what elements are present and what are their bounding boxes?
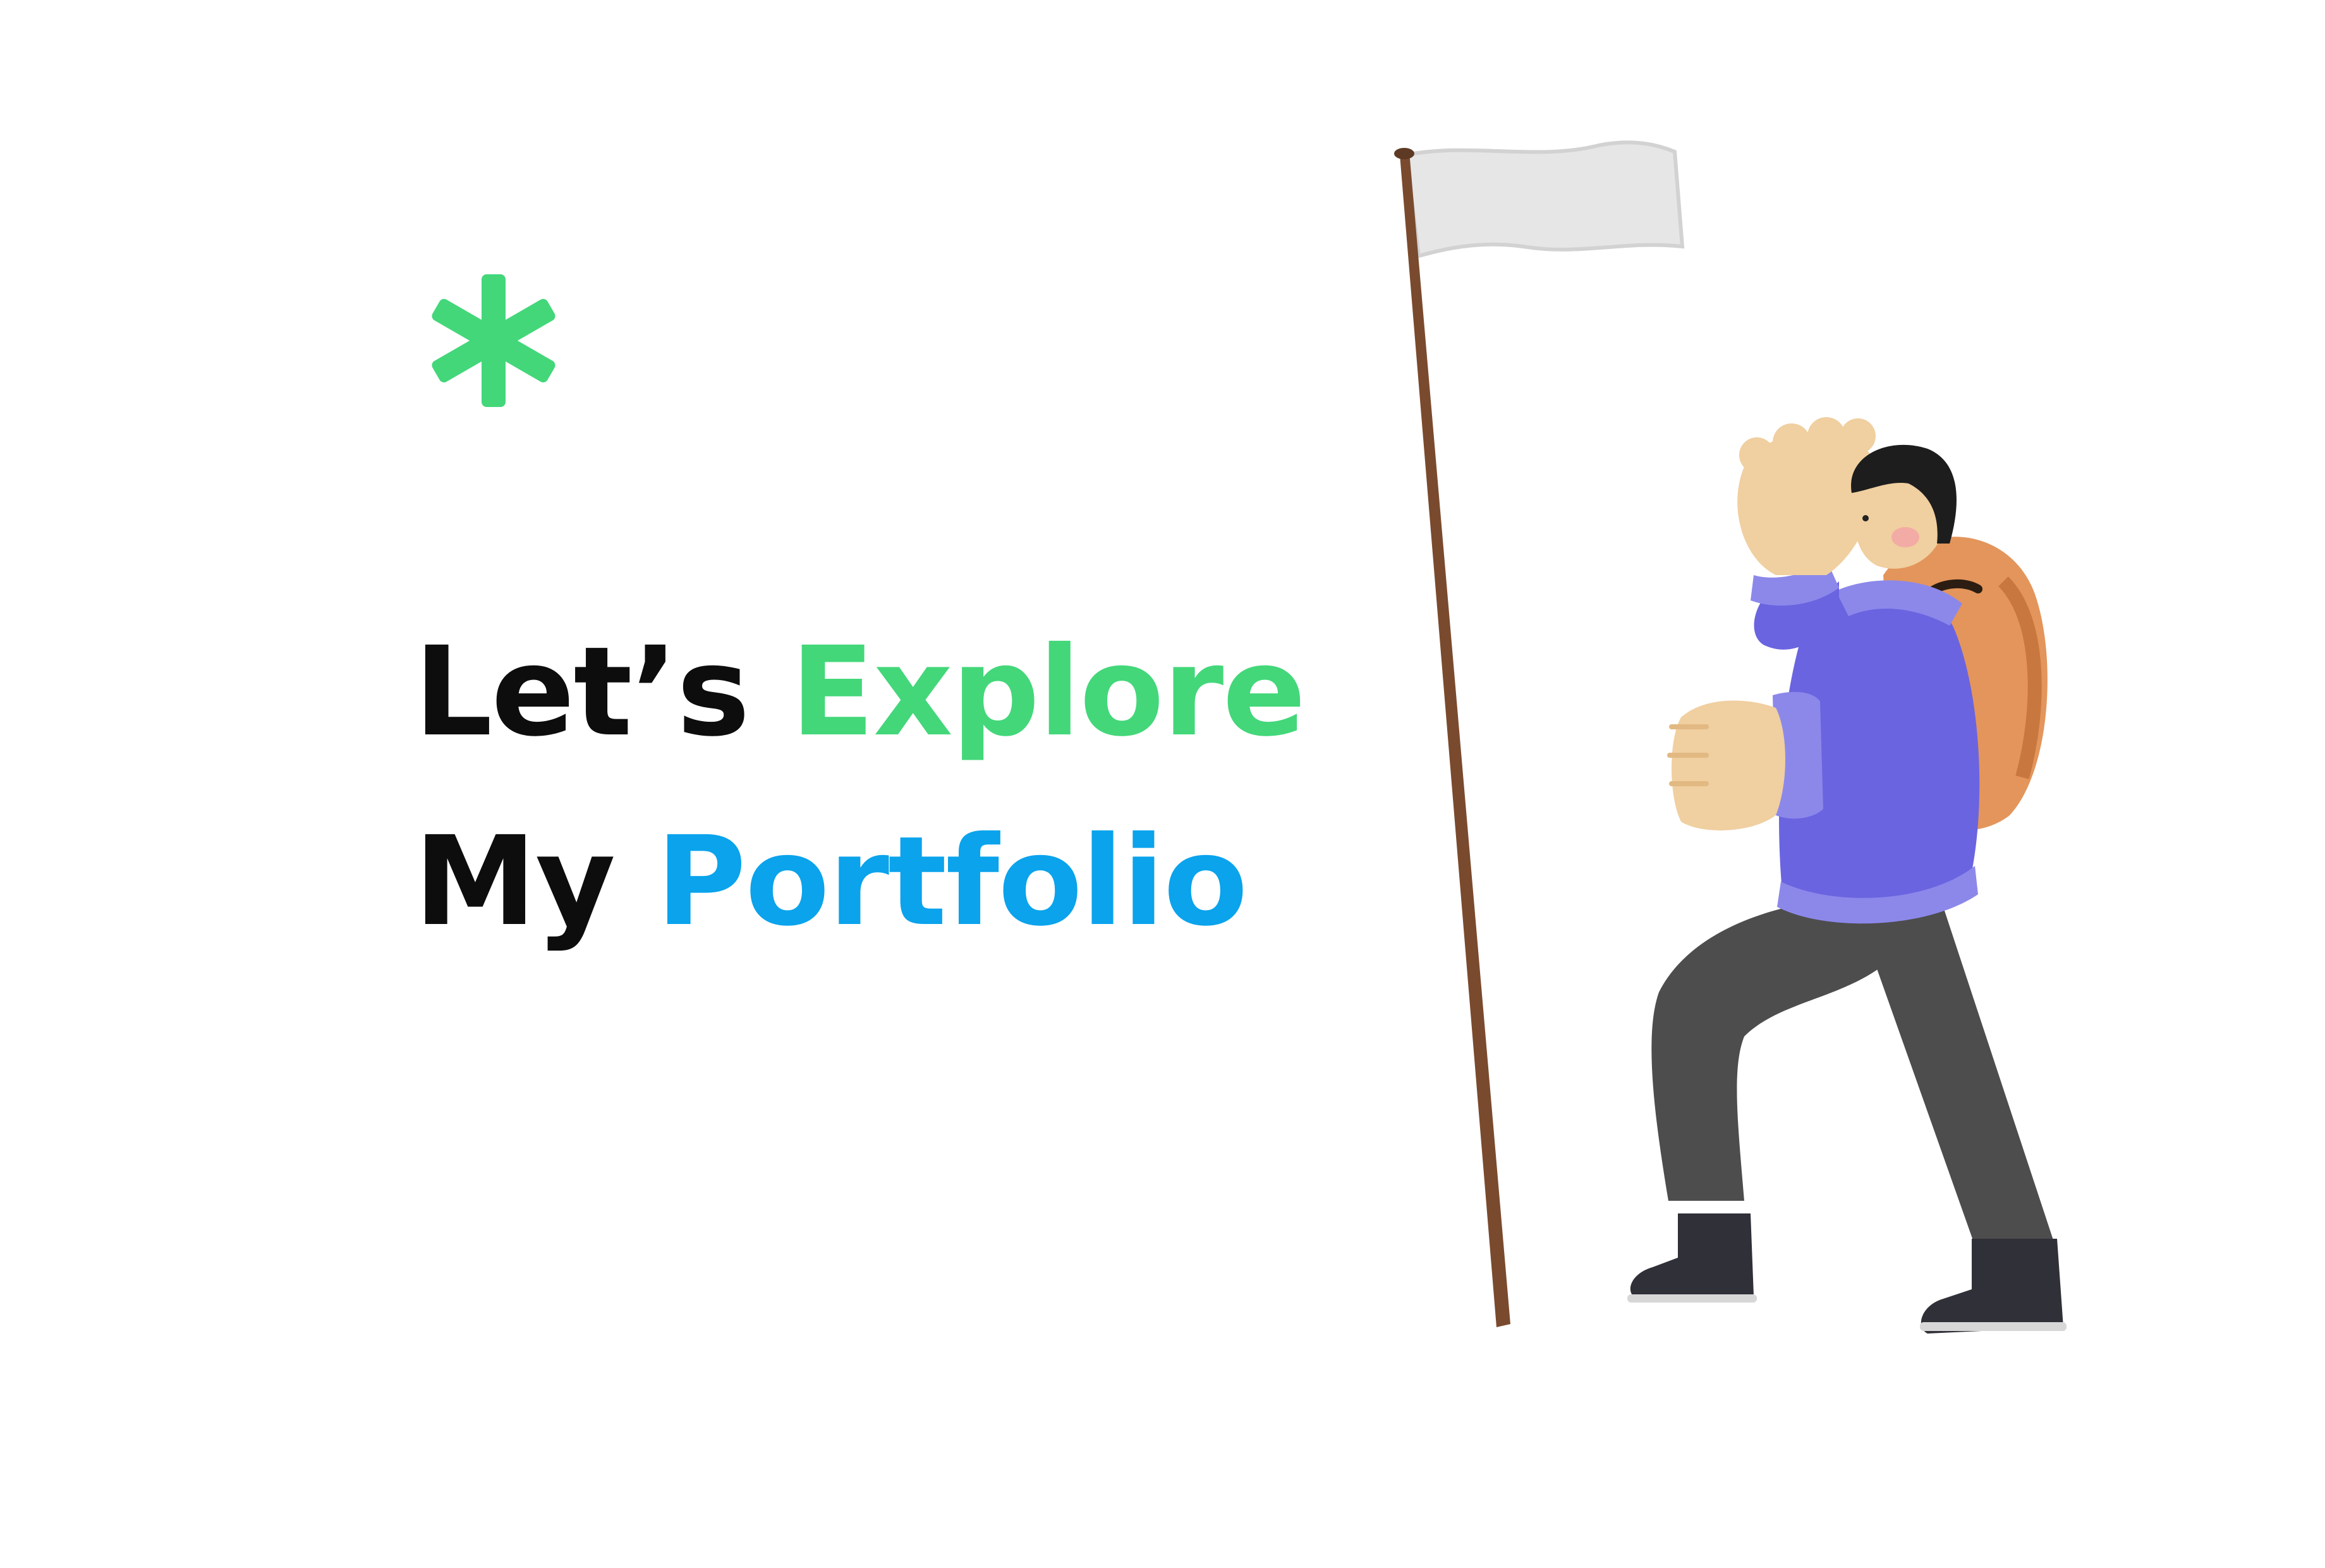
headline-word-my: My xyxy=(414,810,616,953)
headline-word-lets: Let’s xyxy=(414,620,750,763)
headline-line-1: Let’s Explore xyxy=(414,597,1306,787)
flag xyxy=(1404,140,1685,258)
front-fist xyxy=(1672,700,1785,830)
hiker-with-flag-illustration xyxy=(1394,140,2067,1334)
flag-pole xyxy=(1400,152,1510,1327)
headline-word-explore: Explore xyxy=(790,620,1306,763)
hero-headline: Let’s Explore My Portfolio xyxy=(414,597,1306,976)
asterisk-icon xyxy=(432,274,555,407)
headline-word-portfolio: Portfolio xyxy=(656,810,1248,953)
headline-line-2: My Portfolio xyxy=(414,787,1305,976)
front-leg xyxy=(1651,897,1896,1201)
